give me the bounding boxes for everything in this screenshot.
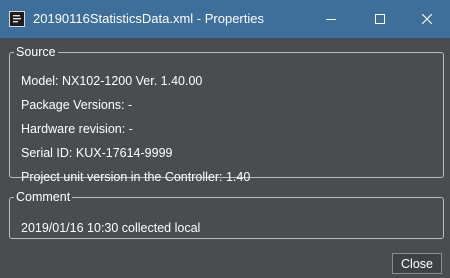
title-bar[interactable]: 20190116StatisticsData.xml - Properties: [0, 0, 450, 38]
xml-document-icon: [9, 11, 25, 27]
package-versions-text: Package Versions: -: [21, 98, 133, 112]
close-button[interactable]: Close: [392, 253, 442, 274]
project-unit-version-text: Project unit version in the Controller: …: [21, 170, 251, 184]
model-text: Model: NX102-1200 Ver. 1.40.00: [21, 74, 203, 88]
maximize-button[interactable]: [357, 0, 403, 38]
hardware-revision-text: Hardware revision: -: [21, 122, 133, 136]
maximize-icon: [375, 14, 385, 24]
source-group: Source Model: NX102-1200 Ver. 1.40.00 Pa…: [9, 45, 444, 184]
properties-window: 20190116StatisticsData.xml - Properties …: [0, 0, 450, 278]
source-legend: Source: [16, 45, 56, 59]
comment-text: 2019/01/16 10:30 collected local: [21, 221, 201, 235]
close-icon: [422, 14, 432, 24]
serial-id-text: Serial ID: KUX-17614-9999: [21, 146, 173, 160]
close-window-button[interactable]: [404, 0, 450, 38]
comment-group: Comment 2019/01/16 10:30 collected local: [9, 190, 444, 239]
minimize-icon: [326, 19, 336, 20]
comment-legend: Comment: [16, 190, 71, 204]
minimize-button[interactable]: [308, 0, 354, 38]
window-title: 20190116StatisticsData.xml - Properties: [33, 11, 264, 26]
